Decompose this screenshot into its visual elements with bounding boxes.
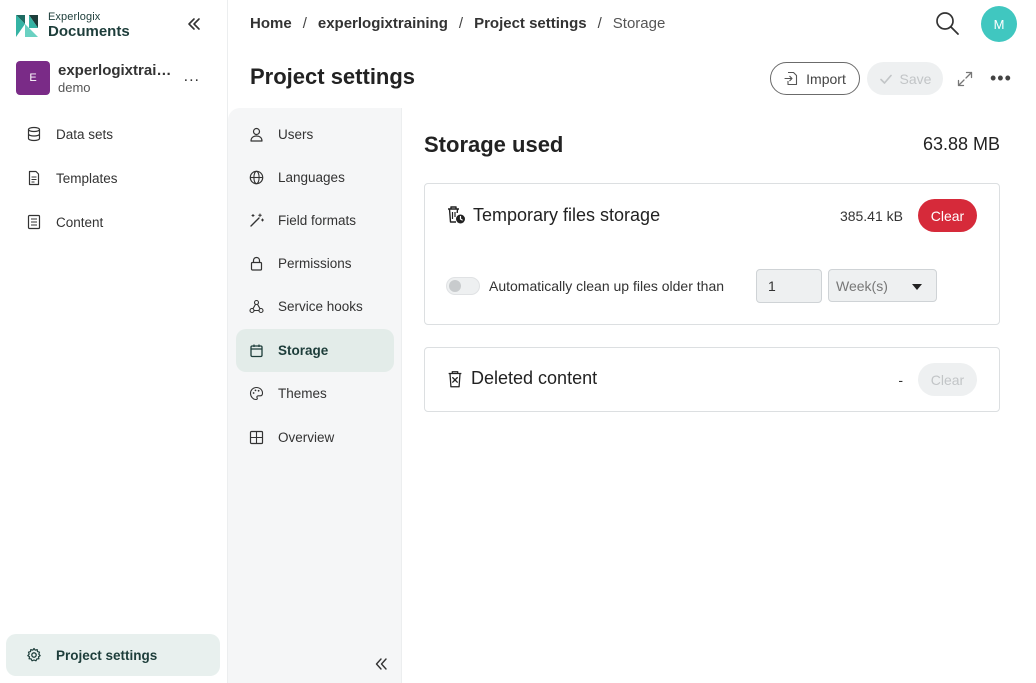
breadcrumb-current: Storage bbox=[612, 15, 666, 32]
webhook-icon bbox=[249, 299, 264, 314]
tab-users[interactable]: Users bbox=[236, 113, 394, 156]
collapse-subnav-icon[interactable] bbox=[373, 656, 389, 672]
deleted-content-label: Deleted content bbox=[471, 368, 598, 388]
temporary-files-title: Temporary files storage bbox=[445, 204, 660, 226]
project-more-button[interactable]: ... bbox=[184, 68, 200, 86]
settings-subnav: Users Languages Field formats Permission… bbox=[228, 108, 402, 683]
expand-icon[interactable] bbox=[956, 70, 974, 88]
project-sub: demo bbox=[58, 79, 91, 95]
user-avatar[interactable]: M bbox=[981, 6, 1017, 42]
clear-temporary-button[interactable]: Clear bbox=[918, 199, 977, 232]
cleanup-unit-value: Week(s) bbox=[836, 277, 888, 294]
deleted-content-size: - bbox=[898, 372, 903, 388]
storage-icon bbox=[250, 344, 263, 358]
page-title: Project settings bbox=[250, 64, 416, 89]
database-icon bbox=[27, 126, 41, 142]
deleted-content-title: Deleted content bbox=[445, 368, 597, 389]
chevron-down-icon bbox=[912, 284, 922, 290]
breadcrumb-separator: / bbox=[302, 15, 307, 32]
table-icon bbox=[249, 430, 264, 445]
cleanup-unit-select[interactable]: Week(s) bbox=[828, 269, 937, 302]
breadcrumb-project[interactable]: experlogixtraining bbox=[318, 15, 448, 32]
sidebar-bottom-label: Project settings bbox=[56, 647, 158, 663]
gear-icon bbox=[27, 647, 41, 662]
tab-languages[interactable]: Languages bbox=[236, 156, 394, 199]
clear-deleted-button[interactable]: Clear bbox=[918, 363, 977, 396]
logo[interactable]: Experlogix Documents bbox=[16, 12, 130, 39]
tab-service-hooks[interactable]: Service hooks bbox=[236, 285, 394, 328]
content-icon bbox=[27, 214, 41, 230]
auto-cleanup-toggle[interactable] bbox=[446, 277, 480, 295]
lock-icon bbox=[250, 256, 263, 271]
tab-field-formats[interactable]: Field formats bbox=[236, 199, 394, 242]
breadcrumb-separator: / bbox=[597, 15, 602, 32]
logo-small-text: Experlogix bbox=[48, 11, 101, 23]
magic-wand-icon bbox=[250, 213, 264, 227]
temporary-files-size: 385.41 kB bbox=[839, 208, 903, 224]
sidebar-item-label: Content bbox=[56, 214, 104, 230]
temporary-files-label: Temporary files storage bbox=[473, 204, 661, 225]
trash-x-icon bbox=[448, 370, 462, 387]
collapse-sidebar-icon[interactable] bbox=[184, 14, 204, 34]
tab-label: Languages bbox=[278, 170, 345, 185]
tab-overview[interactable]: Overview bbox=[236, 416, 394, 459]
globe-icon bbox=[249, 170, 264, 185]
save-label: Save bbox=[899, 70, 932, 87]
tab-label: Field formats bbox=[278, 213, 357, 228]
palette-icon bbox=[249, 386, 264, 401]
user-icon bbox=[250, 127, 263, 142]
tab-label: Overview bbox=[278, 430, 335, 445]
tab-permissions[interactable]: Permissions bbox=[236, 242, 394, 285]
breadcrumb-project-settings[interactable]: Project settings bbox=[474, 15, 587, 32]
tab-storage[interactable]: Storage bbox=[236, 329, 394, 372]
search-icon[interactable] bbox=[934, 10, 960, 36]
deleted-content-card: Deleted content - Clear bbox=[424, 347, 1000, 412]
trash-clock-icon bbox=[448, 206, 465, 224]
tab-label: Permissions bbox=[278, 256, 352, 271]
breadcrumb-separator: / bbox=[458, 15, 464, 32]
project-avatar: E bbox=[16, 61, 50, 95]
project-name: experlogixtraining bbox=[58, 61, 176, 79]
import-icon bbox=[784, 71, 798, 86]
sidebar-item-project-settings[interactable]: Project settings bbox=[6, 634, 220, 676]
import-button[interactable]: Import bbox=[770, 62, 860, 95]
sidebar-item-content[interactable]: Content bbox=[18, 200, 218, 244]
sidebar-item-data-sets[interactable]: Data sets bbox=[18, 112, 218, 156]
cleanup-age-input[interactable] bbox=[756, 269, 822, 303]
breadcrumb: Home / experlogixtraining / Project sett… bbox=[250, 15, 665, 32]
toggle-knob bbox=[449, 280, 461, 292]
logo-big-text: Documents bbox=[48, 23, 130, 40]
sidebar: Experlogix Documents E experlogixtrainin… bbox=[0, 0, 228, 683]
document-icon bbox=[28, 170, 40, 186]
import-label: Import bbox=[806, 70, 846, 87]
temporary-files-card: Temporary files storage 385.41 kB Clear … bbox=[424, 183, 1000, 325]
breadcrumb-home[interactable]: Home bbox=[250, 15, 292, 32]
project-switcher[interactable]: E experlogixtraining demo ... bbox=[16, 60, 212, 96]
logo-mark-icon bbox=[16, 14, 38, 37]
save-button[interactable]: Save bbox=[867, 62, 943, 95]
storage-used-value: 63.88 MB bbox=[922, 134, 1000, 154]
sidebar-item-templates[interactable]: Templates bbox=[18, 156, 218, 200]
tab-label: Themes bbox=[278, 386, 327, 401]
more-options-button[interactable]: ••• bbox=[990, 68, 1012, 89]
tab-label: Storage bbox=[278, 343, 329, 358]
sidebar-item-label: Data sets bbox=[56, 126, 114, 142]
storage-used-title: Storage used bbox=[424, 132, 564, 157]
check-icon bbox=[879, 74, 892, 84]
auto-cleanup-label: Automatically clean up files older than bbox=[489, 278, 725, 294]
tab-themes[interactable]: Themes bbox=[236, 372, 394, 415]
sidebar-item-label: Templates bbox=[56, 170, 118, 186]
sidebar-nav: Data sets Templates Content bbox=[18, 112, 218, 244]
tab-label: Users bbox=[278, 127, 314, 142]
tab-label: Service hooks bbox=[278, 299, 363, 314]
